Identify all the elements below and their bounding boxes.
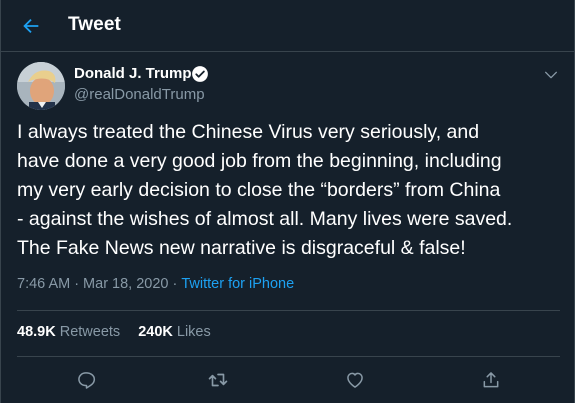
like-button[interactable] [343, 368, 367, 392]
tweet-text-line: The Fake News new narrative is disgracef… [17, 237, 466, 259]
share-button[interactable] [479, 368, 503, 392]
page-title: Tweet [68, 14, 121, 35]
author-handle[interactable]: @realDonaldTrump [74, 86, 205, 103]
tweet-actions [1, 362, 575, 398]
more-options-button[interactable] [540, 64, 562, 86]
divider [17, 356, 560, 357]
arrow-left-icon [23, 18, 39, 34]
meta-separator: · [74, 276, 80, 292]
back-button[interactable] [17, 12, 45, 40]
likes-label: Likes [176, 324, 211, 340]
avatar[interactable] [17, 62, 65, 110]
verified-badge-icon [192, 66, 208, 82]
tweet-source-link[interactable]: Twitter for iPhone [181, 276, 294, 292]
tweet-header: Donald J. Trump @realDonaldTrump [1, 52, 575, 112]
retweets-label: Retweets [59, 324, 121, 340]
divider [17, 310, 560, 311]
author-name[interactable]: Donald J. Trump [74, 65, 192, 82]
chevron-down-icon [545, 71, 557, 79]
tweet-date[interactable]: Mar 18, 2020 [83, 276, 168, 292]
retweets-stat[interactable]: 48.9K Retweets [17, 324, 120, 340]
top-bar: Tweet [1, 0, 575, 52]
tweet-stats: 48.9K Retweets 240K Likes [17, 324, 229, 340]
tweet-text-line: I always treated the Chinese Virus very … [17, 121, 480, 143]
tweet-time[interactable]: 7:46 AM [17, 276, 70, 292]
likes-count: 240K [138, 324, 173, 340]
reply-icon [78, 372, 96, 389]
tweet-page: Tweet Donald J. Trump @realDonaldTrump I… [0, 0, 575, 403]
tweet-text-line: my very early decision to close the “bor… [17, 179, 501, 201]
share-icon [483, 372, 499, 388]
tweet-text: I always treated the Chinese Virus very … [17, 118, 562, 263]
tweet-metadata: 7:46 AM · Mar 18, 2020 · Twitter for iPhone [17, 276, 294, 292]
reply-button[interactable] [74, 368, 98, 392]
retweet-button[interactable] [206, 368, 230, 392]
tweet-text-line: have done a very good job from the begin… [17, 150, 502, 172]
retweets-count: 48.9K [17, 324, 56, 340]
tweet-text-line: - against the wishes of almost all. Many… [17, 208, 513, 230]
meta-separator: · [172, 276, 178, 292]
heart-icon [347, 372, 363, 388]
likes-stat[interactable]: 240K Likes [138, 324, 211, 340]
retweet-icon [208, 373, 228, 387]
